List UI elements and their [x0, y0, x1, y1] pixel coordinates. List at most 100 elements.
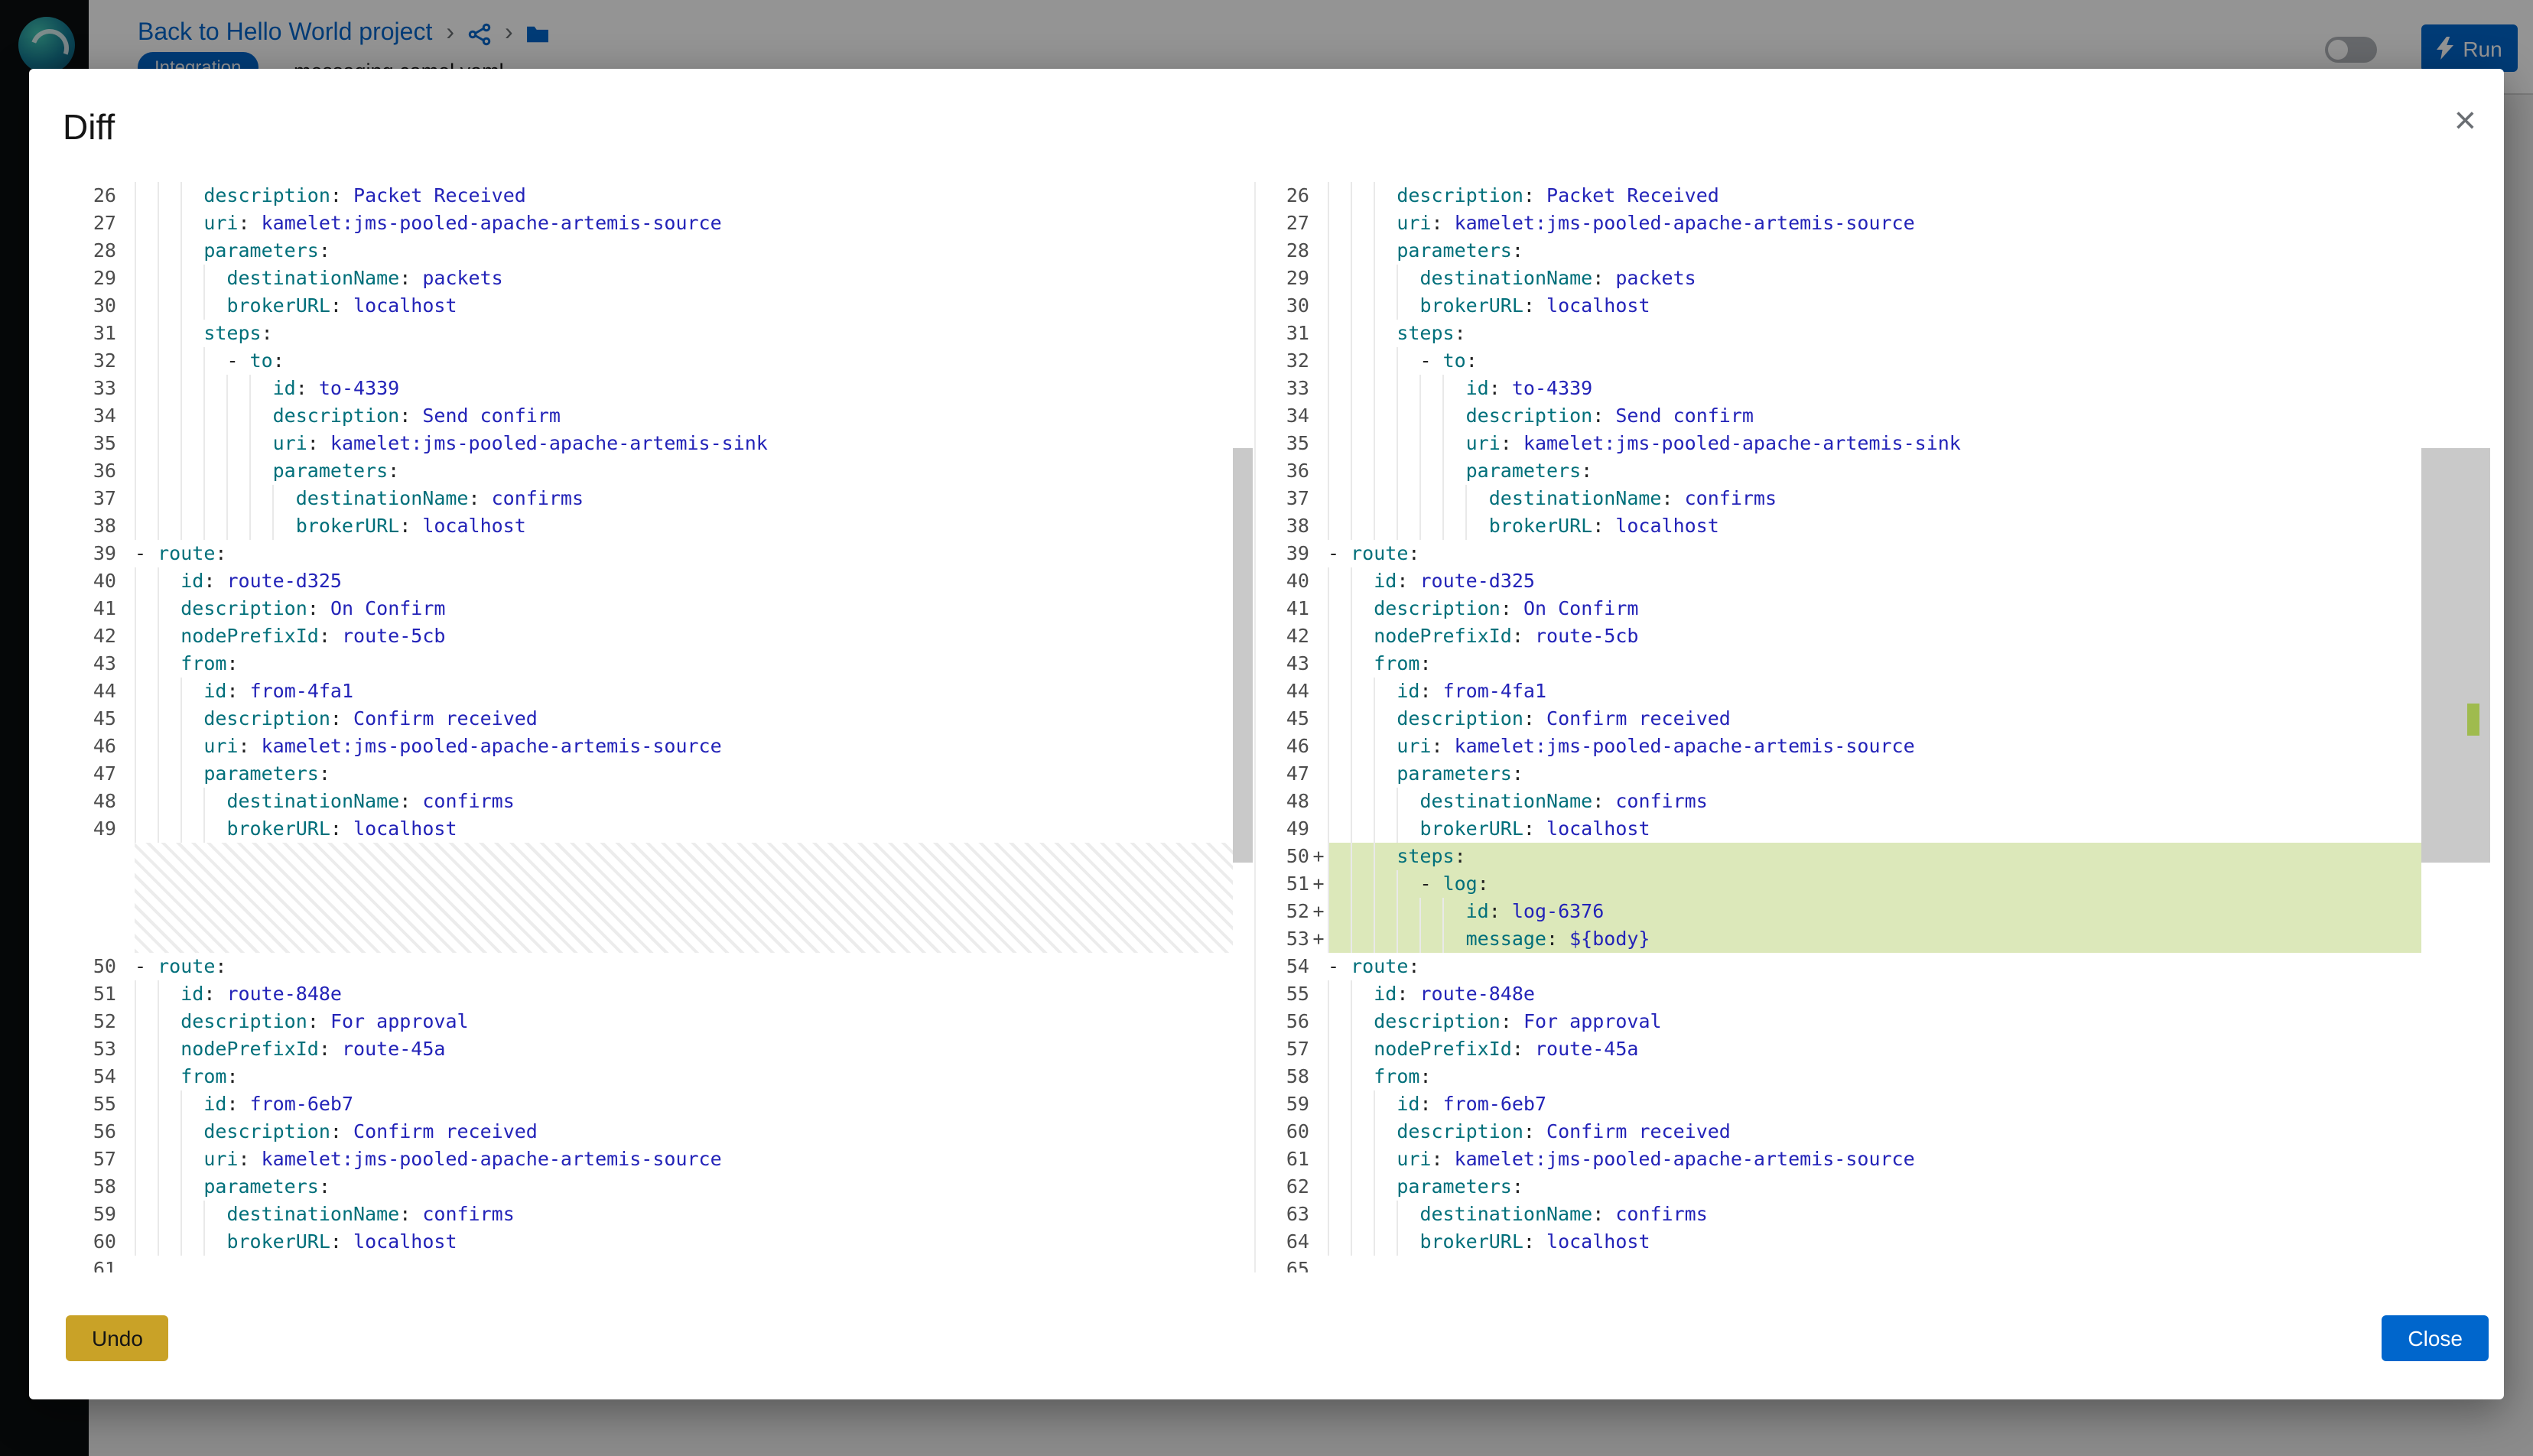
original-scrollbar[interactable] [1233, 182, 1253, 1272]
code-line[interactable]: 45 description: Confirm received [1254, 705, 2421, 733]
diff-sign [116, 678, 135, 705]
code-line[interactable]: 58 parameters: [61, 1173, 1254, 1201]
code-line[interactable]: 37 destinationName: confirms [61, 485, 1254, 512]
code-line[interactable]: 57 nodePrefixId: route-45a [1254, 1035, 2421, 1063]
code-line[interactable]: 53+ message: ${body} [1254, 925, 2421, 953]
code-line[interactable]: 53 nodePrefixId: route-45a [61, 1035, 1254, 1063]
code-line[interactable]: 60 description: Confirm received [1254, 1118, 2421, 1146]
code-line[interactable]: 62 parameters: [1254, 1173, 2421, 1201]
code-line[interactable]: 54- route: [1254, 953, 2421, 980]
code-line[interactable]: 52+ id: log-6376 [1254, 898, 2421, 925]
code-line[interactable]: 65 [1254, 1256, 2421, 1272]
code-line[interactable]: 26 description: Packet Received [61, 182, 1254, 210]
code-line[interactable]: 29 destinationName: packets [61, 265, 1254, 292]
code-line[interactable]: 35 uri: kamelet:jms-pooled-apache-artemi… [1254, 430, 2421, 457]
code-line[interactable]: 27 uri: kamelet:jms-pooled-apache-artemi… [1254, 210, 2421, 237]
scrollbar-thumb[interactable] [2421, 448, 2490, 863]
code-line[interactable]: 42 nodePrefixId: route-5cb [1254, 622, 2421, 650]
scrollbar-thumb[interactable] [1233, 448, 1253, 863]
code-line[interactable]: 61 [61, 1256, 1254, 1272]
code-line[interactable]: 54 from: [61, 1063, 1254, 1090]
indent-guide [1374, 402, 1375, 430]
code-line[interactable]: 34 description: Send confirm [61, 402, 1254, 430]
code-line[interactable]: 50- route: [61, 953, 1254, 980]
indent-guide [1328, 210, 1329, 237]
code-line[interactable]: 52 description: For approval [61, 1008, 1254, 1035]
code-line[interactable]: 30 brokerURL: localhost [61, 292, 1254, 320]
code-line[interactable]: 46 uri: kamelet:jms-pooled-apache-artemi… [61, 733, 1254, 760]
code-line[interactable]: 59 destinationName: confirms [61, 1201, 1254, 1228]
code-line[interactable]: 55 id: from-6eb7 [61, 1090, 1254, 1118]
code-line[interactable]: 49 brokerURL: localhost [61, 815, 1254, 843]
code-line[interactable]: 29 destinationName: packets [1254, 265, 2421, 292]
code-line[interactable]: 56 description: Confirm received [61, 1118, 1254, 1146]
code-line[interactable]: 44 id: from-4fa1 [61, 678, 1254, 705]
code-line[interactable]: 28 parameters: [61, 237, 1254, 265]
code-line[interactable]: 48 destinationName: confirms [61, 788, 1254, 815]
diff-sign [1309, 210, 1328, 237]
code-line[interactable]: 41 description: On Confirm [1254, 595, 2421, 622]
code-line[interactable]: 46 uri: kamelet:jms-pooled-apache-artemi… [1254, 733, 2421, 760]
code-line[interactable]: 57 uri: kamelet:jms-pooled-apache-artemi… [61, 1146, 1254, 1173]
code-line[interactable]: 42 nodePrefixId: route-5cb [61, 622, 1254, 650]
code-line[interactable]: 37 destinationName: confirms [1254, 485, 2421, 512]
code-line[interactable]: 39- route: [61, 540, 1254, 567]
code-line[interactable]: 50+ steps: [1254, 843, 2421, 870]
code-line[interactable]: 41 description: On Confirm [61, 595, 1254, 622]
line-number: 26 [61, 182, 116, 210]
code-line[interactable]: 47 parameters: [61, 760, 1254, 788]
code-line[interactable]: 32 - to: [61, 347, 1254, 375]
code-line[interactable]: 40 id: route-d325 [1254, 567, 2421, 595]
code-line[interactable]: 43 from: [61, 650, 1254, 678]
code-line[interactable]: 48 destinationName: confirms [1254, 788, 2421, 815]
code-line[interactable]: 59 id: from-6eb7 [1254, 1090, 2421, 1118]
code-line[interactable]: 55 id: route-848e [1254, 980, 2421, 1008]
code-line[interactable]: 63 destinationName: confirms [1254, 1201, 2421, 1228]
code-line[interactable]: 39- route: [1254, 540, 2421, 567]
code-line[interactable]: 38 brokerURL: localhost [61, 512, 1254, 540]
undo-button[interactable]: Undo [66, 1315, 169, 1361]
code-line[interactable]: 38 brokerURL: localhost [1254, 512, 2421, 540]
code-line[interactable]: 45 description: Confirm received [61, 705, 1254, 733]
code-line[interactable]: 43 from: [1254, 650, 2421, 678]
line-number: 41 [61, 595, 116, 622]
indent-guide [180, 1173, 182, 1201]
indent-guide [1443, 925, 1445, 953]
code-line[interactable]: 61 uri: kamelet:jms-pooled-apache-artemi… [1254, 1146, 2421, 1173]
code-line[interactable]: 60 brokerURL: localhost [61, 1228, 1254, 1256]
line-number: 35 [61, 430, 116, 457]
code-line[interactable]: 31 steps: [61, 320, 1254, 347]
code-line[interactable]: 33 id: to-4339 [1254, 375, 2421, 402]
line-number: 52 [61, 1008, 116, 1035]
code-line[interactable]: 58 from: [1254, 1063, 2421, 1090]
line-number: 60 [1254, 1118, 1309, 1146]
code-line[interactable]: 28 parameters: [1254, 237, 2421, 265]
code-line[interactable]: 31 steps: [1254, 320, 2421, 347]
indent-guide [1351, 512, 1352, 540]
indent-guide [1328, 595, 1329, 622]
modal-close-button[interactable]: × [2448, 96, 2483, 147]
line-number: 60 [61, 1228, 116, 1256]
code-line[interactable]: 47 parameters: [1254, 760, 2421, 788]
modified-scrollbar[interactable] [2421, 182, 2490, 1272]
code-line[interactable]: 30 brokerURL: localhost [1254, 292, 2421, 320]
code-text: - route: [1328, 540, 2421, 567]
code-line[interactable]: 34 description: Send confirm [1254, 402, 2421, 430]
indent-guide [1374, 1201, 1375, 1228]
code-line[interactable]: 27 uri: kamelet:jms-pooled-apache-artemi… [61, 210, 1254, 237]
code-line[interactable]: 36 parameters: [1254, 457, 2421, 485]
code-line[interactable]: 44 id: from-4fa1 [1254, 678, 2421, 705]
code-line[interactable]: 33 id: to-4339 [61, 375, 1254, 402]
code-line[interactable]: 40 id: route-d325 [61, 567, 1254, 595]
close-button[interactable]: Close [2382, 1315, 2489, 1361]
code-line[interactable]: 51 id: route-848e [61, 980, 1254, 1008]
code-line[interactable]: 32 - to: [1254, 347, 2421, 375]
code-line[interactable]: 64 brokerURL: localhost [1254, 1228, 2421, 1256]
code-line[interactable]: 35 uri: kamelet:jms-pooled-apache-artemi… [61, 430, 1254, 457]
code-line[interactable]: 49 brokerURL: localhost [1254, 815, 2421, 843]
code-line[interactable]: 36 parameters: [61, 457, 1254, 485]
code-line[interactable]: 56 description: For approval [1254, 1008, 2421, 1035]
code-line[interactable]: 51+ - log: [1254, 870, 2421, 898]
indent-guide [158, 485, 159, 512]
code-line[interactable]: 26 description: Packet Received [1254, 182, 2421, 210]
